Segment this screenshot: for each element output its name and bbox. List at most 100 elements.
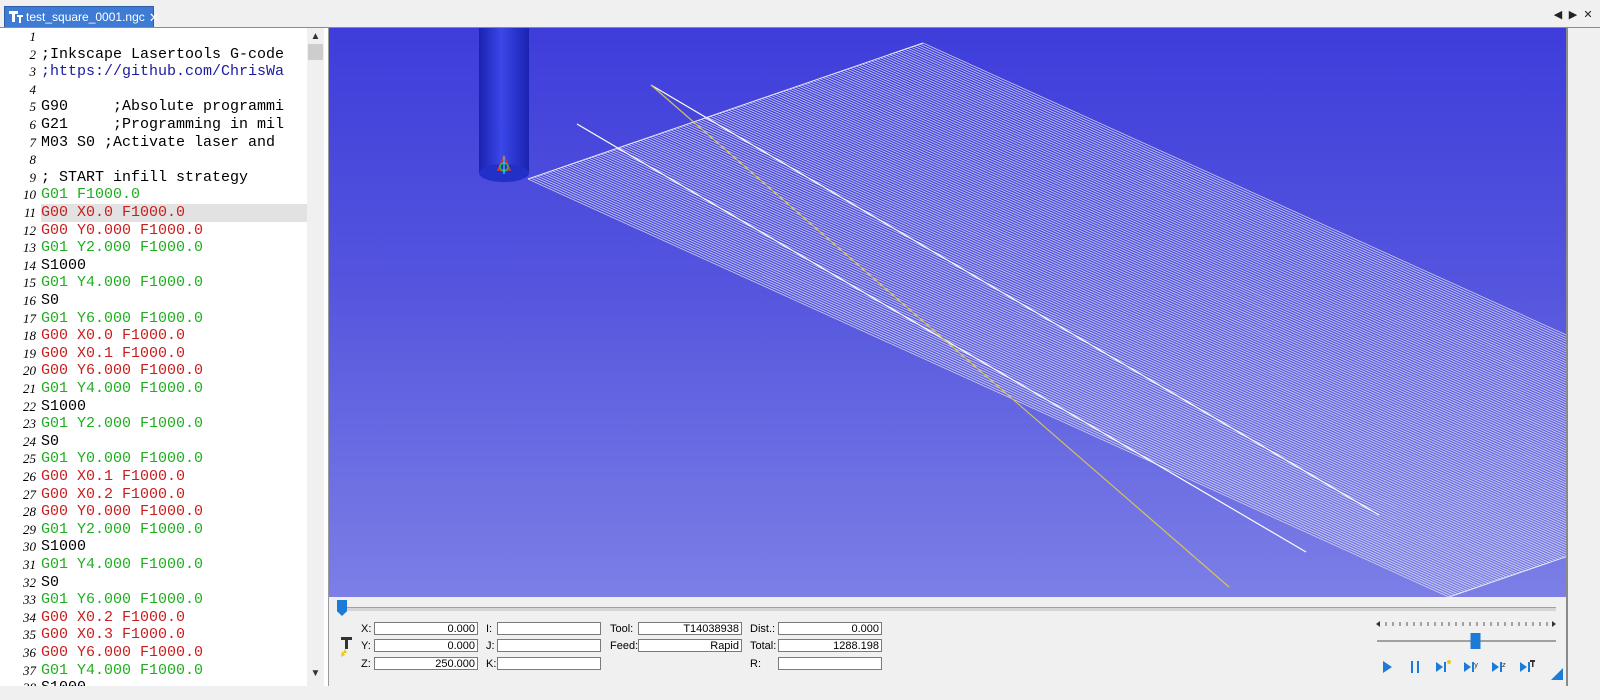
tab-close-icon[interactable]: ✕ bbox=[149, 11, 160, 24]
gcode-editor[interactable]: 1 2 3 4 5 6 7 8 9 10 11 12 13 14 15 16 17 18 19 20 21 22 23 24 2… bbox=[0, 28, 329, 700]
code-line[interactable]: G01 Y4.000 F1000.0 bbox=[41, 274, 307, 292]
k-field bbox=[497, 657, 601, 670]
code-line[interactable]: G00 X0.3 F1000.0 bbox=[41, 626, 307, 644]
code-line[interactable]: ;Inkscape Lasertools G-code bbox=[41, 46, 307, 64]
line-number: 23 bbox=[23, 416, 36, 432]
scroll-up-icon[interactable]: ▲ bbox=[307, 28, 324, 45]
scan-line bbox=[600, 153, 1523, 573]
arrow-right-icon[interactable]: ▶ bbox=[1567, 8, 1579, 21]
scan-line bbox=[573, 162, 1495, 582]
program-position-slider[interactable] bbox=[339, 607, 1556, 611]
line-number-gutter: 1 2 3 4 5 6 7 8 9 10 11 12 13 14 15 16 17 18 19 20 21 22 23 24 2… bbox=[0, 28, 40, 700]
code-line[interactable]: M03 S0 ;Activate laser and bbox=[41, 134, 307, 152]
line-number: 28 bbox=[23, 504, 36, 520]
vertical-scrollbar[interactable]: ▲ ▼ bbox=[307, 28, 324, 700]
scrollbar-thumb[interactable] bbox=[308, 44, 323, 60]
current-code-line[interactable]: G00 X0.0 F1000.0 bbox=[41, 204, 307, 222]
close-icon[interactable]: ✕ bbox=[1582, 8, 1594, 21]
code-line[interactable]: G21 ;Programming in mil bbox=[41, 116, 307, 134]
feed-label: Feed: bbox=[610, 640, 639, 652]
line-number: 2 bbox=[29, 46, 37, 62]
line-number: 18 bbox=[23, 328, 36, 344]
svg-text:z: z bbox=[1502, 661, 1506, 669]
tab-file[interactable]: test_square_0001.ngc ✕ bbox=[4, 6, 160, 27]
code-line[interactable]: G00 X0.0 F1000.0 bbox=[41, 327, 307, 345]
code-line[interactable]: G00 X0.1 F1000.0 bbox=[41, 345, 307, 363]
code-line[interactable]: G00 X0.1 F1000.0 bbox=[41, 468, 307, 486]
resize-grip-icon[interactable] bbox=[1551, 667, 1563, 685]
code-line[interactable]: G01 Y4.000 F1000.0 bbox=[41, 662, 307, 680]
line-number: 16 bbox=[23, 293, 36, 308]
code-line[interactable]: S1000 bbox=[41, 257, 307, 275]
code-area[interactable]: ;Inkscape Lasertools G-code ;https://gith… bbox=[41, 28, 307, 700]
scan-line bbox=[530, 177, 1453, 597]
code-line[interactable]: G01 Y6.000 F1000.0 bbox=[41, 591, 307, 609]
k-label: K: bbox=[486, 658, 497, 670]
scan-line bbox=[543, 173, 1465, 593]
scan-line bbox=[831, 74, 1566, 409]
code-line[interactable]: G01 Y4.000 F1000.0 bbox=[41, 380, 307, 398]
step-icon[interactable] bbox=[1434, 659, 1452, 680]
scan-line bbox=[622, 146, 1544, 565]
speed-slider-thumb[interactable] bbox=[1470, 633, 1481, 649]
tab-navigation: ◀ ▶ ✕ bbox=[1552, 8, 1594, 21]
line-number: 36 bbox=[23, 645, 36, 660]
code-line[interactable]: S0 bbox=[41, 433, 307, 451]
code-line[interactable]: G01 Y0.000 F1000.0 bbox=[41, 450, 307, 468]
code-line[interactable]: G00 Y0.000 F1000.0 bbox=[41, 503, 307, 521]
speed-slider[interactable] bbox=[1374, 615, 1559, 651]
arrow-left-icon[interactable]: ◀ bbox=[1552, 8, 1564, 21]
program-position-thumb[interactable] bbox=[337, 600, 347, 616]
scan-line bbox=[625, 145, 1547, 564]
line-number: 15 bbox=[23, 275, 36, 291]
line-number: 22 bbox=[23, 398, 36, 414]
code-line[interactable]: S1000 bbox=[41, 398, 307, 416]
code-line[interactable]: G01 F1000.0 bbox=[41, 186, 307, 204]
line-number: 13 bbox=[23, 240, 36, 256]
code-line[interactable]: G01 Y4.000 F1000.0 bbox=[41, 556, 307, 574]
code-line[interactable]: S0 bbox=[41, 292, 307, 310]
play-icon[interactable] bbox=[1379, 659, 1395, 680]
code-line[interactable]: G90 ;Absolute programmi bbox=[41, 98, 307, 116]
viewport-border bbox=[1566, 28, 1568, 686]
tool-field: T14038938 bbox=[638, 622, 742, 635]
toolpath-viewport[interactable] bbox=[329, 28, 1566, 597]
code-line[interactable]: ; START infill strategy bbox=[41, 169, 307, 187]
z-label: Z: bbox=[361, 658, 371, 670]
scroll-down-icon[interactable]: ▼ bbox=[307, 665, 324, 682]
line-number: 7 bbox=[29, 134, 37, 150]
code-line[interactable]: G01 Y2.000 F1000.0 bbox=[41, 415, 307, 433]
line-number: 14 bbox=[23, 257, 36, 273]
code-line[interactable]: G01 Y2.000 F1000.0 bbox=[41, 521, 307, 539]
scan-line bbox=[612, 149, 1535, 569]
code-line[interactable]: G01 Y2.000 F1000.0 bbox=[41, 239, 307, 257]
scan-line bbox=[661, 132, 1566, 544]
code-line[interactable]: G00 Y6.000 F1000.0 bbox=[41, 362, 307, 380]
code-line[interactable] bbox=[41, 151, 307, 169]
line-number: 24 bbox=[23, 433, 36, 449]
scan-line bbox=[640, 139, 1562, 559]
code-line[interactable]: G00 Y6.000 F1000.0 bbox=[41, 644, 307, 662]
svg-text:y: y bbox=[1474, 661, 1478, 669]
scan-line bbox=[536, 175, 1459, 595]
scan-line bbox=[579, 160, 1501, 580]
code-line[interactable]: S0 bbox=[41, 574, 307, 592]
step-xy-icon[interactable]: y bbox=[1462, 659, 1480, 680]
line-number: 6 bbox=[29, 117, 37, 132]
code-line[interactable] bbox=[41, 28, 307, 46]
pause-icon[interactable] bbox=[1407, 659, 1423, 680]
code-line[interactable]: ;https://github.com/ChrisWa bbox=[41, 63, 307, 81]
code-line[interactable]: S1000 bbox=[41, 538, 307, 556]
scan-line bbox=[603, 152, 1526, 572]
code-line[interactable] bbox=[41, 81, 307, 99]
code-line[interactable]: G00 Y0.000 F1000.0 bbox=[41, 222, 307, 240]
code-line[interactable]: G00 X0.2 F1000.0 bbox=[41, 609, 307, 627]
code-line[interactable]: G00 X0.2 F1000.0 bbox=[41, 486, 307, 504]
step-tool-icon[interactable] bbox=[1518, 659, 1536, 680]
line-number: 31 bbox=[23, 557, 36, 572]
i-field bbox=[497, 622, 601, 635]
scan-line bbox=[615, 148, 1538, 568]
code-line[interactable]: G01 Y6.000 F1000.0 bbox=[41, 310, 307, 328]
step-z-icon[interactable]: z bbox=[1490, 659, 1508, 680]
scan-line bbox=[631, 143, 1553, 562]
